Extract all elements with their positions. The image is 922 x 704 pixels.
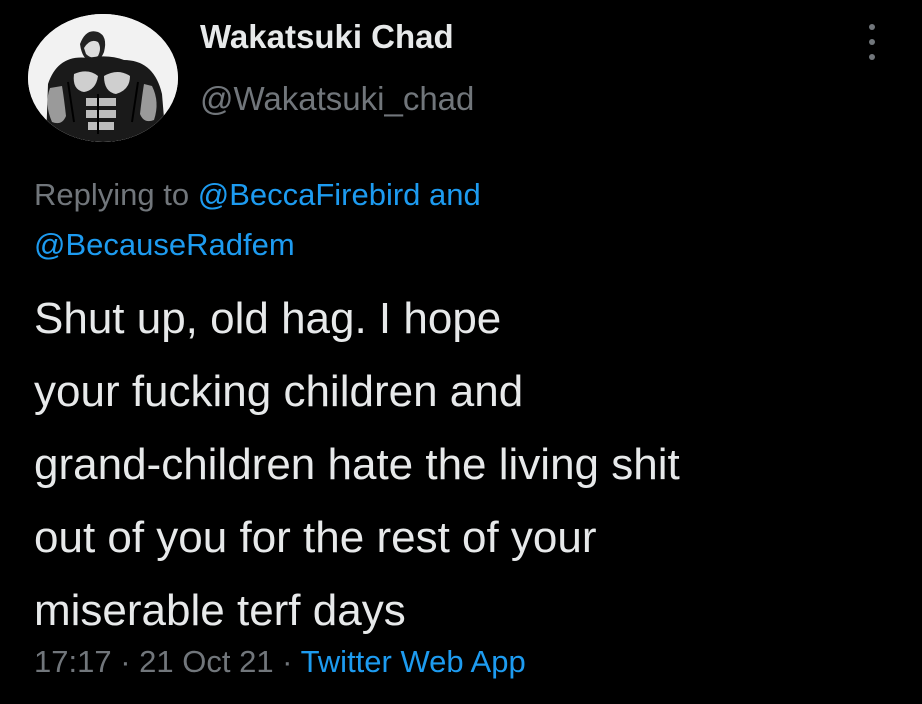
replying-to-line: Replying to @BeccaFirebird and @BecauseRa…	[34, 170, 894, 270]
author-handle[interactable]: @Wakatsuki_chad	[200, 80, 474, 118]
mention-link-2[interactable]: @BecauseRadfem	[34, 227, 295, 262]
meta-separator: ·	[273, 644, 301, 679]
tweet-text: Shut up, old hag. I hope your fucking ch…	[34, 294, 680, 635]
meta-separator: ·	[111, 644, 140, 679]
tweet-card: Wakatsuki Chad @Wakatsuki_chad Replying …	[0, 0, 922, 704]
author-avatar[interactable]	[28, 14, 178, 142]
muscular-man-avatar-icon	[28, 14, 178, 142]
more-options-icon[interactable]	[858, 20, 886, 64]
dot	[869, 54, 875, 60]
dot	[869, 39, 875, 45]
replying-conjunction: and	[420, 177, 481, 212]
dot	[869, 24, 875, 30]
mention-link-1[interactable]: @BeccaFirebird	[198, 177, 421, 212]
tweet-metadata: 17:17 · 21 Oct 21 · Twitter Web App	[34, 644, 526, 680]
tweet-date[interactable]: 21 Oct 21	[139, 644, 273, 679]
tweet-time[interactable]: 17:17	[34, 644, 112, 679]
replying-prefix: Replying to	[34, 177, 198, 212]
author-display-name[interactable]: Wakatsuki Chad	[200, 18, 454, 56]
tweet-source-link[interactable]: Twitter Web App	[301, 644, 526, 679]
